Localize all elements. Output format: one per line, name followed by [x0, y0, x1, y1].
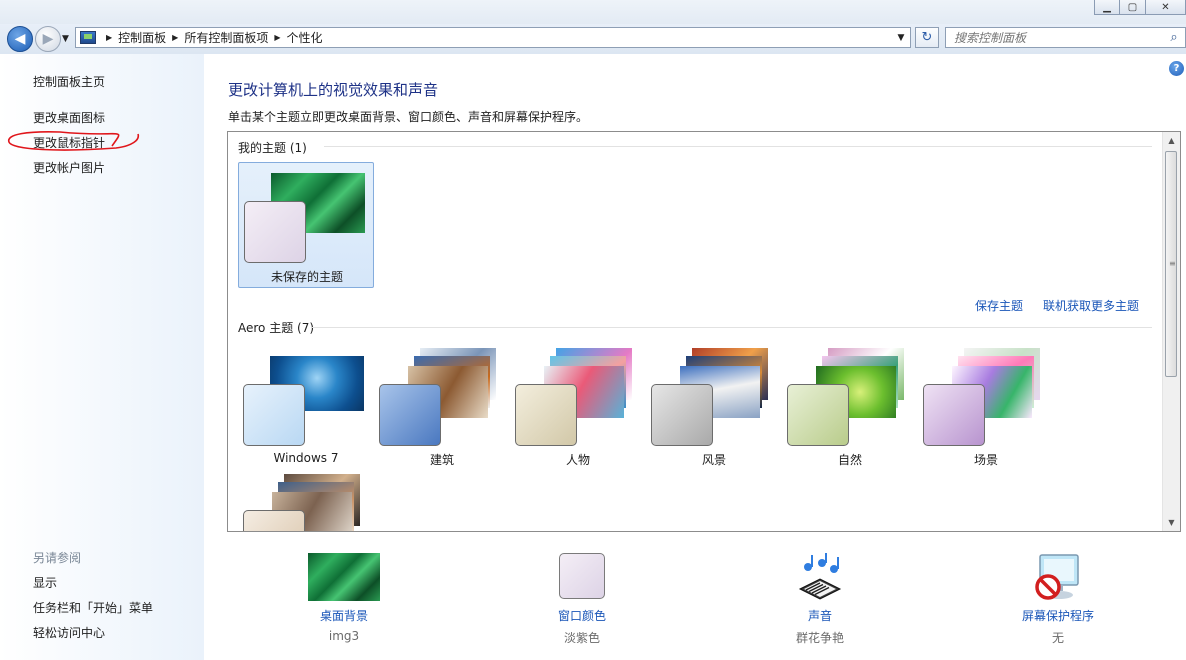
- sound-icon: [798, 553, 842, 600]
- setting-name[interactable]: 屏幕保护程序: [978, 607, 1138, 624]
- aero-themes-heading: Aero 主题 (7): [238, 321, 315, 335]
- section-divider: [312, 327, 1152, 328]
- window-color-swatch: [923, 384, 985, 446]
- window-title-bar: ▁ ▢ ✕: [0, 0, 1186, 24]
- theme-characters[interactable]: 人物: [510, 346, 646, 472]
- window-color-swatch: [379, 384, 441, 446]
- theme-nature[interactable]: 自然: [782, 346, 918, 472]
- setting-sound[interactable]: 声音 群花争艳: [740, 551, 900, 651]
- setting-value: 淡紫色: [563, 631, 600, 645]
- breadcrumb-personalization[interactable]: 个性化: [287, 29, 323, 46]
- see-also-taskbar[interactable]: 任务栏和「开始」菜单: [33, 599, 153, 616]
- theme-landscapes[interactable]: 风景: [646, 346, 782, 472]
- refresh-icon: ↻: [921, 30, 933, 45]
- theme-scenes[interactable]: 场景: [918, 346, 1054, 472]
- window-color-icon: [559, 553, 605, 599]
- maximize-button[interactable]: ▢: [1120, 0, 1146, 15]
- setting-value: 群花争艳: [795, 631, 844, 645]
- setting-name[interactable]: 窗口颜色: [502, 607, 662, 624]
- page-subtitle: 单击某个主题立即更改桌面背景、窗口颜色、声音和屏幕保护程序。: [228, 110, 589, 124]
- window-color-swatch: [787, 384, 849, 446]
- theme-architecture[interactable]: 建筑: [374, 346, 510, 472]
- window-color-swatch: [515, 384, 577, 446]
- theme-name: 建筑: [429, 453, 454, 467]
- setting-value: img3: [328, 629, 360, 643]
- back-button[interactable]: ◀: [7, 26, 33, 52]
- theme-name: 场景: [973, 453, 998, 467]
- refresh-button[interactable]: ↻: [915, 27, 939, 48]
- sidebar: 控制面板主页 更改桌面图标 更改鼠标指针 更改帐户图片 另请参阅 显示 任务栏和…: [0, 54, 204, 660]
- setting-screensaver[interactable]: 屏幕保护程序 无: [978, 551, 1138, 651]
- see-also-heading: 另请参阅: [33, 551, 82, 565]
- window-controls: ▁ ▢ ✕: [1094, 0, 1186, 16]
- breadcrumb-control-panel[interactable]: 控制面板: [118, 29, 166, 46]
- desktop-background-icon: [308, 553, 380, 601]
- close-button[interactable]: ✕: [1146, 0, 1186, 15]
- save-theme-link[interactable]: 保存主题: [975, 297, 1023, 314]
- theme-name: 未保存的主题: [270, 270, 343, 284]
- setting-value: 无: [1051, 631, 1064, 645]
- my-themes-heading: 我的主题 (1): [238, 141, 307, 155]
- window-color-swatch: [243, 510, 305, 531]
- see-also-ease-of-access[interactable]: 轻松访问中心: [33, 624, 105, 641]
- breadcrumb-all-items[interactable]: 所有控制面板项: [184, 29, 268, 46]
- recent-pages-dropdown[interactable]: ▼: [62, 34, 69, 44]
- window-color-swatch: [244, 201, 306, 263]
- breadcrumb-separator-icon[interactable]: ▶: [172, 33, 178, 42]
- theme-unsaved[interactable]: 未保存的主题: [238, 162, 374, 288]
- setting-desktop-background[interactable]: 桌面背景 img3: [264, 551, 424, 651]
- section-divider: [324, 146, 1152, 147]
- get-more-themes-link[interactable]: 联机获取更多主题: [1043, 297, 1139, 314]
- main-content: ? 更改计算机上的视觉效果和声音 单击某个主题立即更改桌面背景、窗口颜色、声音和…: [204, 54, 1186, 660]
- breadcrumb-separator-icon[interactable]: ▶: [106, 33, 112, 42]
- window-color-swatch: [651, 384, 713, 446]
- theme-name: Windows 7: [273, 451, 339, 465]
- theme-seventh[interactable]: [238, 472, 374, 531]
- see-also-display[interactable]: 显示: [33, 574, 57, 591]
- scroll-thumb[interactable]: ≡: [1165, 151, 1177, 377]
- theme-list: 我的主题 (1) 未保存的主题 保存主题 联机获取更多主题 Aero 主题 (7…: [227, 131, 1181, 532]
- address-bar[interactable]: ▶ 控制面板 ▶ 所有控制面板项 ▶ 个性化 ▼: [75, 27, 911, 48]
- theme-name: 风景: [701, 453, 726, 467]
- red-annotation-circle: [8, 131, 140, 151]
- search-box: ⌕: [945, 27, 1186, 48]
- control-panel-icon: [80, 31, 96, 44]
- search-input[interactable]: [946, 29, 1163, 46]
- search-icon[interactable]: ⌕: [1163, 30, 1185, 45]
- arrow-right-icon: ▶: [42, 31, 54, 47]
- setting-window-color[interactable]: 窗口颜色 淡紫色: [502, 551, 662, 651]
- theme-name: 自然: [837, 453, 862, 467]
- theme-windows-7[interactable]: Windows 7: [238, 346, 374, 472]
- window-color-swatch: [243, 384, 305, 446]
- arrow-left-icon: ◀: [14, 31, 26, 47]
- theme-name: 人物: [565, 453, 590, 467]
- screensaver-icon: [1035, 554, 1079, 600]
- forward-button[interactable]: ▶: [35, 26, 61, 52]
- page-title: 更改计算机上的视觉效果和声音: [228, 81, 439, 99]
- theme-list-scrollbar[interactable]: ▲ ≡ ▼: [1162, 132, 1180, 531]
- help-icon[interactable]: ?: [1169, 61, 1184, 76]
- scroll-up-icon[interactable]: ▲: [1163, 132, 1180, 149]
- minimize-button[interactable]: ▁: [1094, 0, 1120, 15]
- scroll-down-icon[interactable]: ▼: [1163, 514, 1180, 531]
- setting-name[interactable]: 桌面背景: [264, 607, 424, 624]
- address-toolbar: ◀ ▶ ▼ ▶ 控制面板 ▶ 所有控制面板项 ▶ 个性化 ▼ ↻ ⌕: [0, 24, 1186, 54]
- address-dropdown-icon[interactable]: ▼: [892, 28, 910, 47]
- breadcrumb-separator-icon[interactable]: ▶: [274, 33, 280, 42]
- setting-name[interactable]: 声音: [740, 607, 900, 624]
